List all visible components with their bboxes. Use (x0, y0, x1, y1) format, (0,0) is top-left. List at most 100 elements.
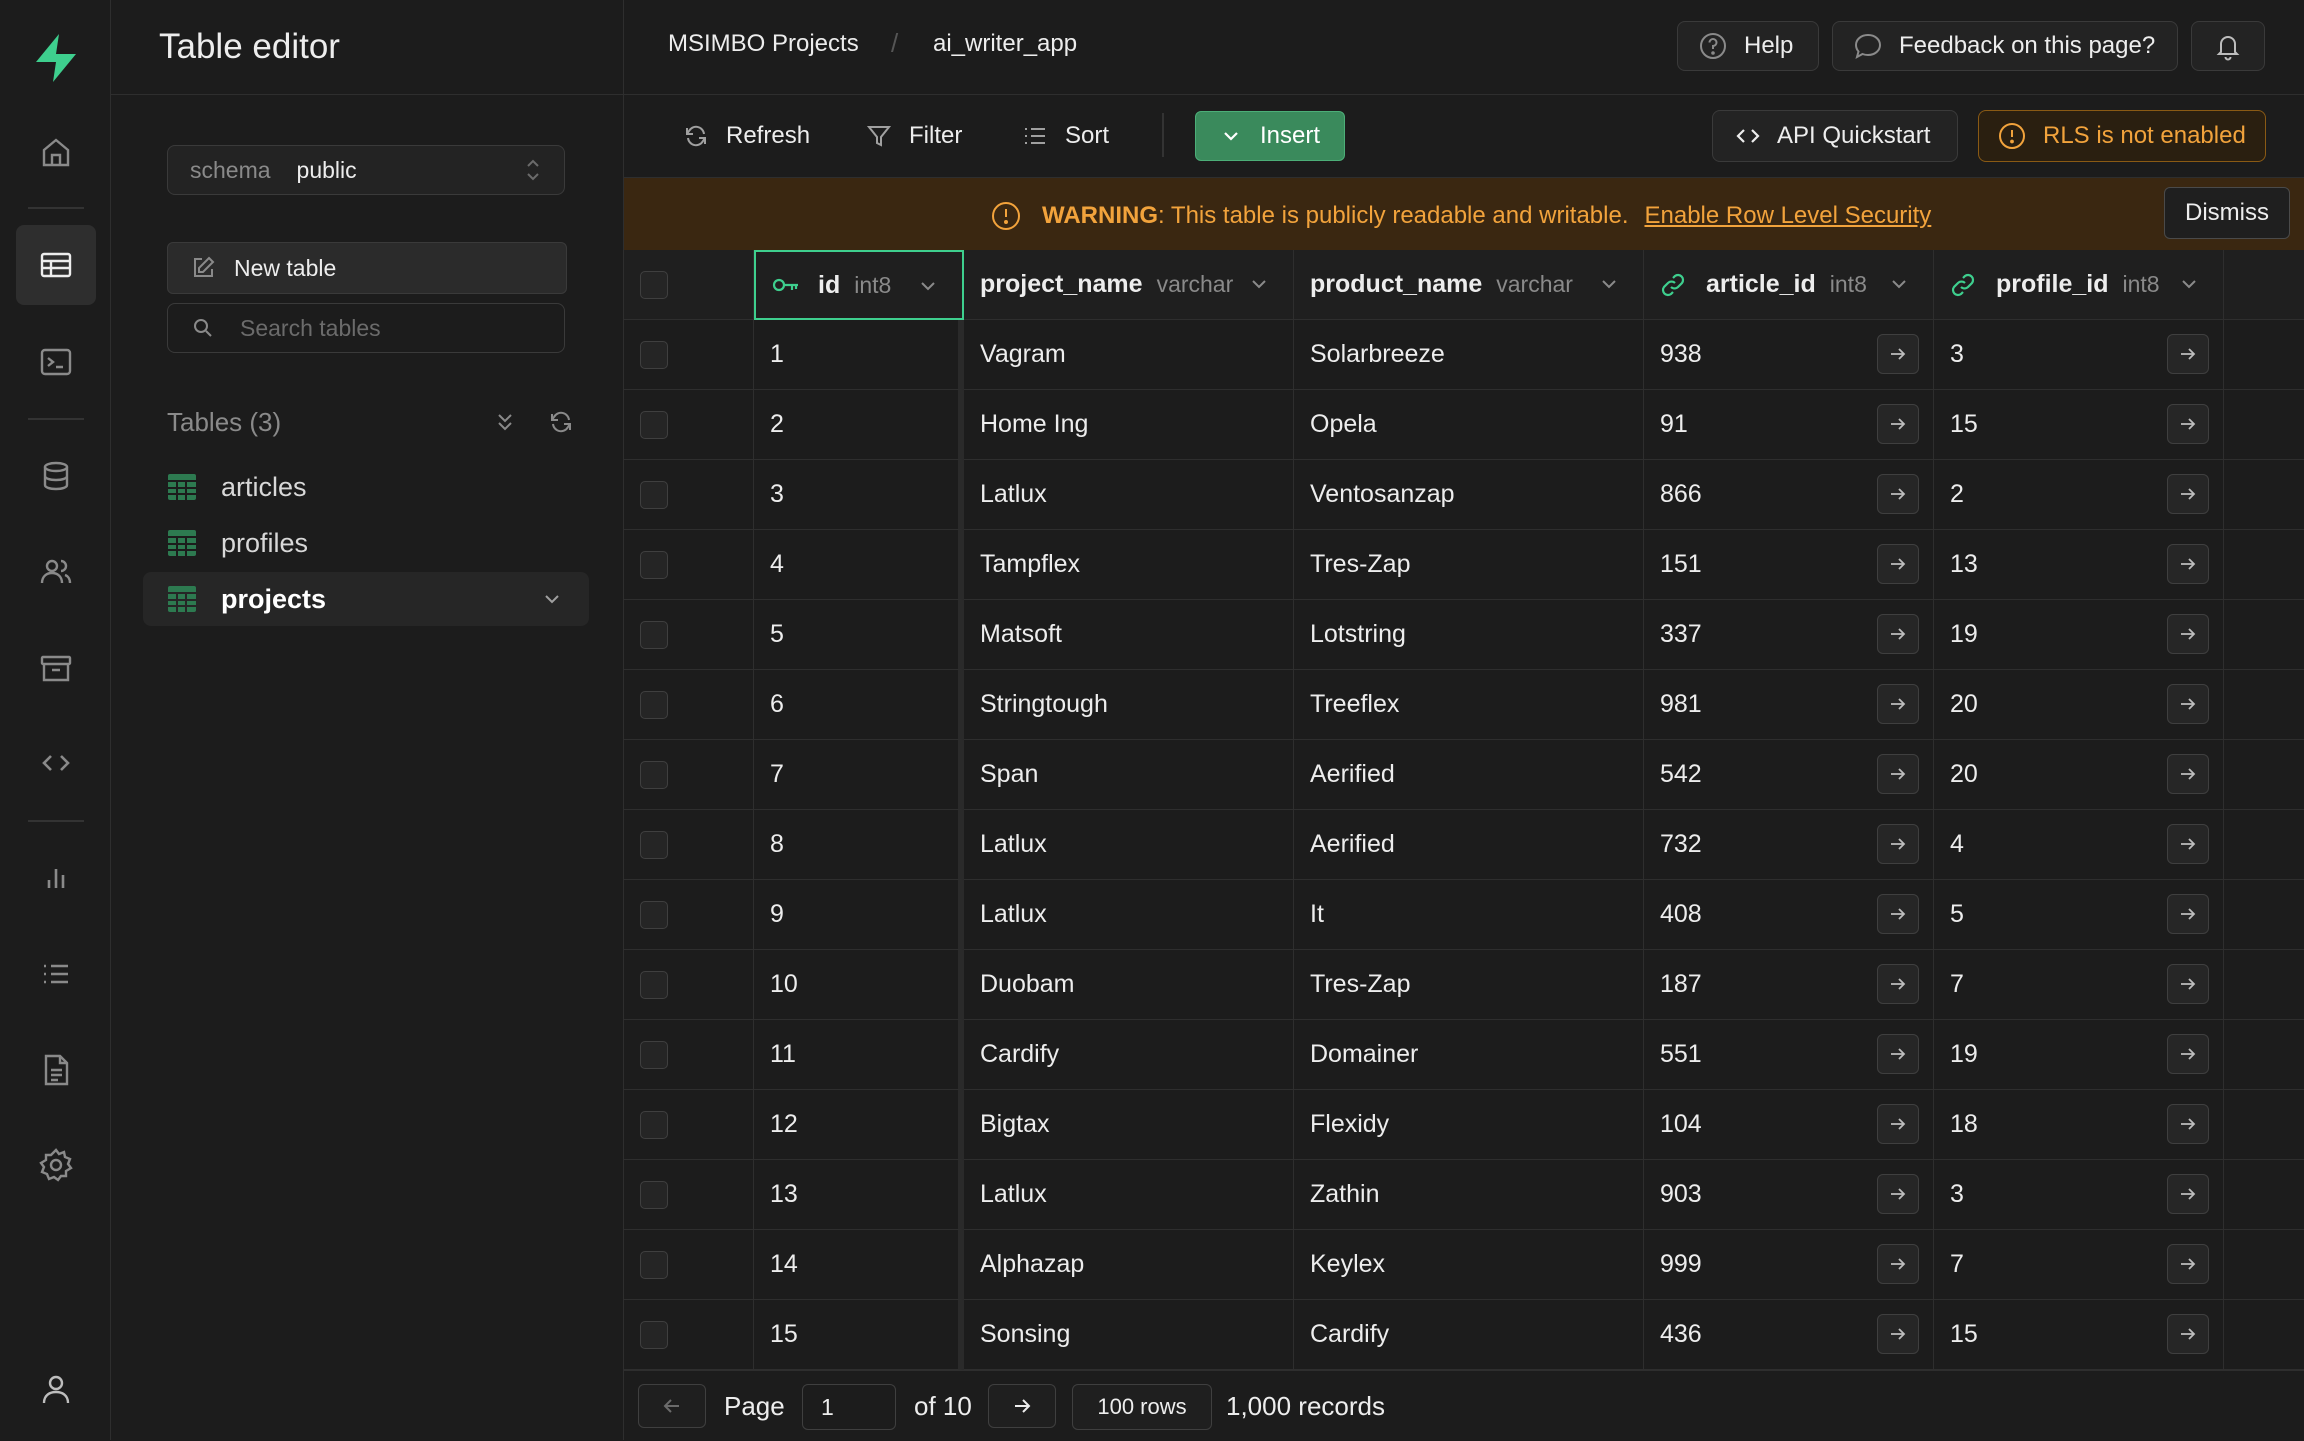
table-item-profiles[interactable]: profiles (143, 516, 589, 570)
cell-id[interactable]: 9 (754, 880, 964, 950)
cell-project-name[interactable]: Cardify (964, 1020, 1294, 1090)
cell-product-name[interactable]: Tres-Zap (1294, 530, 1644, 600)
storage-icon[interactable] (16, 628, 96, 708)
cell-product-name[interactable]: Zathin (1294, 1160, 1644, 1230)
cell-article-id[interactable]: 408 (1644, 880, 1934, 950)
help-button[interactable]: Help (1677, 21, 1819, 71)
cell-project-name[interactable]: Bigtax (964, 1090, 1294, 1160)
cell-project-name[interactable]: Latlux (964, 880, 1294, 950)
row-checkbox[interactable] (640, 900, 668, 929)
cell-id[interactable]: 11 (754, 1020, 964, 1090)
api-quickstart-button[interactable]: API Quickstart (1712, 110, 1958, 162)
cell-product-name[interactable]: Opela (1294, 390, 1644, 460)
view-reference-button[interactable] (2167, 754, 2209, 794)
cell-product-name[interactable]: Aerified (1294, 740, 1644, 810)
previous-page-button[interactable] (638, 1384, 706, 1428)
table-row[interactable]: 12 Bigtax Flexidy 104 18 (624, 1090, 2304, 1160)
cell-project-name[interactable]: Latlux (964, 460, 1294, 530)
row-checkbox[interactable] (640, 1110, 668, 1139)
view-reference-button[interactable] (2167, 894, 2209, 934)
view-reference-button[interactable] (2167, 684, 2209, 724)
cell-product-name[interactable]: Domainer (1294, 1020, 1644, 1090)
cell-id[interactable]: 8 (754, 810, 964, 880)
insert-button[interactable]: Insert (1195, 111, 1345, 161)
home-icon[interactable] (16, 112, 96, 192)
next-page-button[interactable] (988, 1384, 1056, 1428)
cell-id[interactable]: 5 (754, 600, 964, 670)
view-reference-button[interactable] (2167, 1034, 2209, 1074)
view-reference-button[interactable] (1877, 754, 1919, 794)
collapse-all-icon[interactable] (491, 408, 519, 436)
view-reference-button[interactable] (2167, 334, 2209, 374)
table-editor-icon[interactable] (16, 225, 96, 305)
cell-product-name[interactable]: Cardify (1294, 1300, 1644, 1370)
table-row[interactable]: 14 Alphazap Keylex 999 7 (624, 1230, 2304, 1300)
cell-article-id[interactable]: 981 (1644, 670, 1934, 740)
refresh-icon[interactable] (547, 408, 575, 436)
view-reference-button[interactable] (1877, 894, 1919, 934)
cell-id[interactable]: 3 (754, 460, 964, 530)
view-reference-button[interactable] (2167, 544, 2209, 584)
column-header-id[interactable]: id int8 (754, 250, 964, 320)
row-checkbox[interactable] (640, 690, 668, 719)
cell-article-id[interactable]: 866 (1644, 460, 1934, 530)
row-checkbox[interactable] (640, 480, 668, 509)
table-row[interactable]: 4 Tampflex Tres-Zap 151 13 (624, 530, 2304, 600)
cell-product-name[interactable]: Tres-Zap (1294, 950, 1644, 1020)
cell-article-id[interactable]: 938 (1644, 320, 1934, 390)
view-reference-button[interactable] (2167, 1244, 2209, 1284)
account-icon[interactable] (16, 1349, 96, 1429)
table-row[interactable]: 5 Matsoft Lotstring 337 19 (624, 600, 2304, 670)
dismiss-button[interactable]: Dismiss (2164, 187, 2290, 239)
table-row[interactable]: 9 Latlux It 408 5 (624, 880, 2304, 950)
row-checkbox[interactable] (640, 1180, 668, 1209)
view-reference-button[interactable] (1877, 684, 1919, 724)
cell-project-name[interactable]: Matsoft (964, 600, 1294, 670)
reports-icon[interactable] (16, 838, 96, 918)
cell-project-name[interactable]: Alphazap (964, 1230, 1294, 1300)
enable-rls-link[interactable]: Enable Row Level Security (1644, 202, 1931, 230)
row-checkbox[interactable] (640, 1040, 668, 1069)
row-checkbox[interactable] (640, 760, 668, 789)
row-checkbox[interactable] (640, 340, 668, 369)
filter-button[interactable]: Filter (865, 115, 962, 157)
cell-article-id[interactable]: 151 (1644, 530, 1934, 600)
cell-id[interactable]: 7 (754, 740, 964, 810)
table-row[interactable]: 3 Latlux Ventosanzap 866 2 (624, 460, 2304, 530)
view-reference-button[interactable] (1877, 404, 1919, 444)
cell-id[interactable]: 2 (754, 390, 964, 460)
cell-project-name[interactable]: Tampflex (964, 530, 1294, 600)
cell-profile-id[interactable]: 3 (1934, 1160, 2224, 1230)
cell-project-name[interactable]: Sonsing (964, 1300, 1294, 1370)
sql-editor-icon[interactable] (16, 322, 96, 402)
cell-id[interactable]: 14 (754, 1230, 964, 1300)
view-reference-button[interactable] (2167, 1104, 2209, 1144)
view-reference-button[interactable] (1877, 964, 1919, 1004)
row-checkbox[interactable] (640, 620, 668, 649)
table-row[interactable]: 2 Home Ing Opela 91 15 (624, 390, 2304, 460)
chevron-down-icon[interactable] (541, 588, 563, 610)
select-all-checkbox[interactable] (640, 270, 668, 299)
search-tables-input[interactable] (238, 313, 542, 343)
view-reference-button[interactable] (2167, 404, 2209, 444)
table-row[interactable]: 7 Span Aerified 542 20 (624, 740, 2304, 810)
chevron-down-icon[interactable] (1249, 274, 1269, 294)
rows-per-page-button[interactable]: 100 rows (1072, 1384, 1212, 1430)
cell-product-name[interactable]: Ventosanzap (1294, 460, 1644, 530)
column-header-article-id[interactable]: article_id int8 (1644, 250, 1934, 320)
feedback-button[interactable]: Feedback on this page? (1832, 21, 2178, 71)
row-checkbox[interactable] (640, 1320, 668, 1349)
cell-profile-id[interactable]: 19 (1934, 600, 2224, 670)
cell-profile-id[interactable]: 7 (1934, 950, 2224, 1020)
cell-profile-id[interactable]: 13 (1934, 530, 2224, 600)
column-header-product-name[interactable]: product_name varchar (1294, 250, 1644, 320)
api-icon[interactable] (16, 723, 96, 803)
cell-id[interactable]: 1 (754, 320, 964, 390)
cell-article-id[interactable]: 337 (1644, 600, 1934, 670)
view-reference-button[interactable] (1877, 544, 1919, 584)
cell-id[interactable]: 12 (754, 1090, 964, 1160)
page-number-input[interactable] (802, 1384, 896, 1430)
cell-id[interactable]: 10 (754, 950, 964, 1020)
search-tables-field[interactable] (167, 303, 565, 353)
cell-article-id[interactable]: 542 (1644, 740, 1934, 810)
